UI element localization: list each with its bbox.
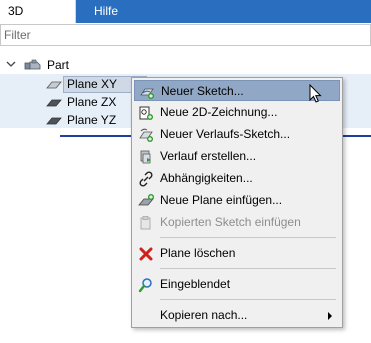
dependencies-link-icon	[139, 171, 153, 187]
menu-item-create-history[interactable]: Verlauf erstellen...	[134, 146, 340, 167]
tree-item-plane-yz[interactable]: Plane YZ	[67, 112, 116, 129]
menu-item-visible[interactable]: Eingeblendet	[134, 274, 340, 295]
tab-3d-historie[interactable]: 3D Historie	[0, 0, 76, 41]
menu-separator	[160, 237, 336, 238]
menu-item-delete-plane[interactable]: Plane löschen	[134, 243, 340, 264]
menu-item-copy-to[interactable]: Kopieren nach...	[134, 305, 340, 326]
delete-x-icon	[139, 247, 153, 261]
plane-icon	[46, 99, 62, 107]
tab-hilfe[interactable]: Hilfe	[86, 0, 126, 23]
tab-bar: 3D Historie Hilfe	[0, 0, 371, 41]
menu-separator	[160, 268, 336, 269]
tree-item-plane-xy[interactable]: Plane XY	[67, 76, 117, 93]
plane-icon	[46, 117, 62, 125]
submenu-arrow-icon	[328, 312, 332, 320]
mouse-pointer-icon	[309, 84, 322, 103]
menu-item-dependencies[interactable]: Abhängigkeiten...	[134, 168, 340, 189]
create-history-icon	[140, 150, 151, 164]
menu-separator	[160, 299, 336, 300]
chevron-down-icon[interactable]	[6, 59, 16, 69]
tree-item-part[interactable]: Part	[47, 56, 69, 74]
menu-item-new-2d-drawing[interactable]: Neue 2D-Zeichnung...	[134, 102, 340, 123]
plane-icon	[46, 81, 62, 89]
new-history-sketch-icon	[139, 128, 153, 142]
insert-plane-icon	[138, 194, 154, 206]
menu-item-paste-sketch[interactable]: Kopierten Sketch einfügen	[134, 212, 340, 233]
context-menu: Neuer Sketch... Neue 2D-Zeichnung... Neu…	[131, 77, 343, 328]
new-2d-drawing-icon	[139, 106, 153, 120]
new-sketch-icon	[140, 88, 154, 99]
filter-input[interactable]	[4, 26, 364, 44]
filter-box	[0, 24, 371, 46]
menu-item-new-history-sketch[interactable]: Neuer Verlaufs-Sketch...	[134, 124, 340, 145]
paste-sketch-icon	[140, 216, 151, 230]
visible-magnifier-icon	[138, 278, 152, 293]
menu-item-insert-plane[interactable]: Neue Plane einfügen...	[134, 190, 340, 211]
tree-item-plane-zx[interactable]: Plane ZX	[67, 94, 116, 111]
part-icon	[24, 59, 41, 70]
